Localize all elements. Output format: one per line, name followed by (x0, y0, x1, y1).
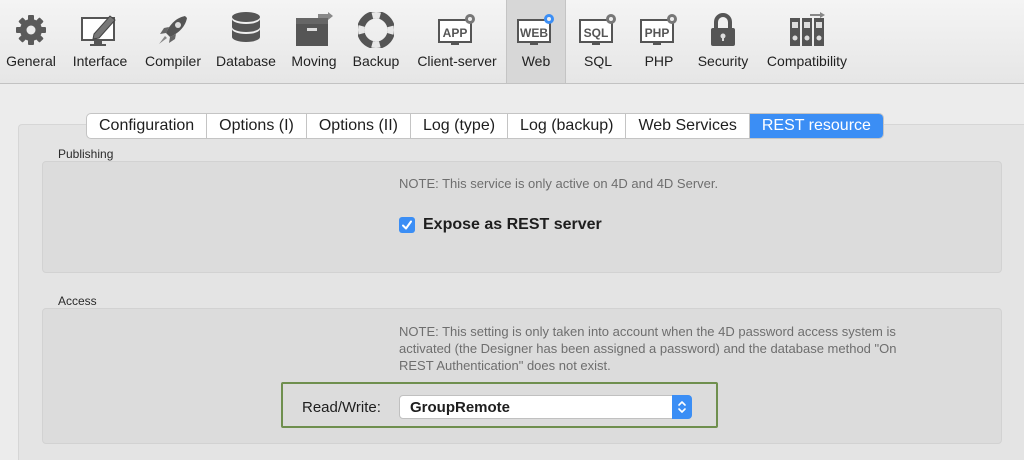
toolbar-label: Backup (352, 53, 400, 69)
toolbar-item-security[interactable]: Security (694, 0, 752, 83)
access-heading: Access (58, 294, 97, 308)
toolbar-item-compiler[interactable]: Compiler (140, 0, 206, 83)
expose-rest-checkbox[interactable] (399, 217, 415, 233)
box-arrow-icon (294, 10, 334, 50)
tab-options-1[interactable]: Options (I) (207, 114, 307, 138)
tab-log-type[interactable]: Log (type) (411, 114, 509, 138)
toolbar-label: Interface (72, 53, 128, 69)
rocket-icon (153, 10, 193, 50)
tab-rest-resource[interactable]: REST resource (749, 114, 883, 138)
toolbar-item-compatibility[interactable]: Compatibility (762, 0, 852, 83)
binders-icon (787, 10, 827, 50)
publishing-note: NOTE: This service is only active on 4D … (399, 176, 719, 191)
app-gear-icon: APP (437, 10, 477, 50)
toolbar-item-client-server[interactable]: APP Client-server (410, 0, 504, 83)
web-gear-icon: WEB (516, 10, 556, 50)
toolbar-item-interface[interactable]: Interface (66, 0, 134, 83)
tab-bar: Configuration Options (I) Options (II) L… (86, 113, 884, 139)
publishing-heading: Publishing (58, 147, 114, 161)
toolbar-item-sql[interactable]: SQL SQL (570, 0, 626, 83)
svg-text:PHP: PHP (645, 26, 670, 40)
updown-chevron-icon[interactable] (672, 395, 692, 419)
access-note-line: NOTE: This setting is only taken into ac… (399, 324, 896, 339)
toolbar-label: Client-server (417, 53, 497, 69)
access-note: NOTE: This setting is only taken into ac… (399, 323, 897, 374)
gear-icon (11, 10, 51, 50)
sql-gear-icon: SQL (578, 10, 618, 50)
toolbar-label: Compatibility (766, 53, 848, 69)
tab-options-2[interactable]: Options (II) (307, 114, 411, 138)
read-write-select[interactable]: GroupRemote (399, 395, 692, 419)
toolbar-label: General (6, 53, 56, 69)
toolbar-item-backup[interactable]: Backup (348, 0, 404, 83)
toolbar-label: SQL (583, 53, 612, 69)
tab-web-services[interactable]: Web Services (626, 114, 750, 138)
tab-configuration[interactable]: Configuration (87, 114, 208, 138)
toolbar-item-php[interactable]: PHP PHP (630, 0, 688, 83)
access-note-line: REST Authentication" does not exist. (399, 358, 611, 373)
checkmark-icon (402, 220, 412, 230)
toolbar-item-moving[interactable]: Moving (286, 0, 342, 83)
toolbar-label: Compiler (144, 53, 201, 69)
toolbar-label: Security (697, 53, 749, 69)
lifebuoy-icon (356, 10, 396, 50)
toolbar-label: Web (521, 53, 551, 69)
database-icon (226, 10, 266, 50)
svg-text:APP: APP (443, 26, 468, 40)
toolbar-label: Moving (291, 53, 337, 69)
preferences-toolbar: General Interface Compiler Database Movi… (0, 0, 1024, 84)
read-write-value: GroupRemote (410, 399, 511, 416)
screen-pencil-icon (80, 10, 120, 50)
toolbar-label: PHP (644, 53, 674, 69)
svg-text:WEB: WEB (520, 26, 548, 40)
php-gear-icon: PHP (639, 10, 679, 50)
toolbar-label: Database (216, 53, 276, 69)
expose-rest-label: Expose as REST server (423, 216, 602, 233)
toolbar-item-database[interactable]: Database (213, 0, 279, 83)
tab-log-backup[interactable]: Log (backup) (508, 114, 627, 138)
padlock-icon (703, 10, 743, 50)
toolbar-item-general[interactable]: General (0, 0, 62, 83)
expose-rest-option[interactable]: Expose as REST server (399, 216, 602, 234)
access-note-line: activated (the Designer has been assigne… (399, 341, 897, 356)
toolbar-item-web[interactable]: WEB Web (506, 0, 566, 83)
svg-text:SQL: SQL (584, 26, 609, 40)
read-write-label: Read/Write: (302, 399, 381, 416)
